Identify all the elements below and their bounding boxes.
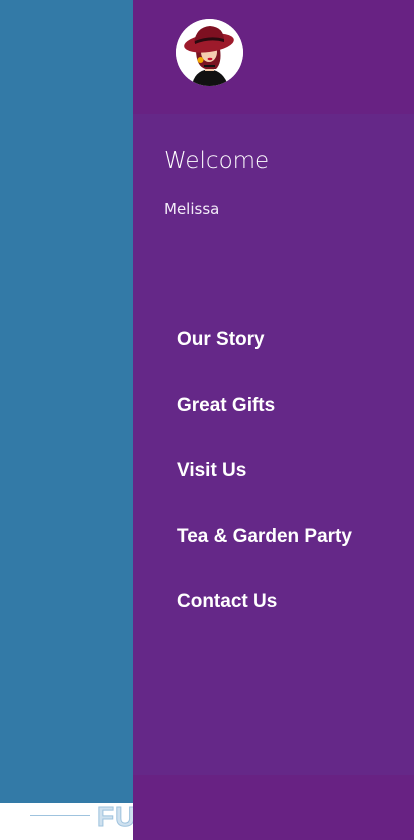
user-name: Melissa	[164, 200, 220, 218]
menu-item-visit-us[interactable]: Visit Us	[177, 453, 352, 519]
menu-item-our-story[interactable]: Our Story	[177, 322, 352, 388]
menu-item-label: Visit Us	[177, 460, 247, 481]
menu-item-contact-us[interactable]: Contact Us	[177, 584, 352, 650]
menu-item-label: Contact Us	[177, 591, 278, 612]
drawer-header	[133, 0, 414, 114]
welcome-heading: Welcome	[164, 148, 270, 174]
menu-item-label: Tea & Garden Party	[177, 525, 352, 547]
navigation-drawer: Welcome Melissa Our Story Great Gifts Vi…	[133, 0, 414, 840]
menu-item-label: Our Story	[177, 329, 265, 350]
menu-item-tea-garden-party[interactable]: Tea & Garden Party	[177, 519, 352, 585]
drawer-footer	[133, 775, 414, 840]
background-footer-logo-text: FU	[96, 801, 137, 833]
menu-item-label: Great Gifts	[177, 394, 276, 416]
background-footer-divider	[30, 815, 90, 816]
woman-red-hat-icon	[176, 19, 243, 86]
menu-item-great-gifts[interactable]: Great Gifts	[177, 388, 352, 454]
avatar[interactable]	[176, 19, 243, 86]
drawer-menu: Our Story Great Gifts Visit Us Tea & Gar…	[177, 322, 352, 650]
